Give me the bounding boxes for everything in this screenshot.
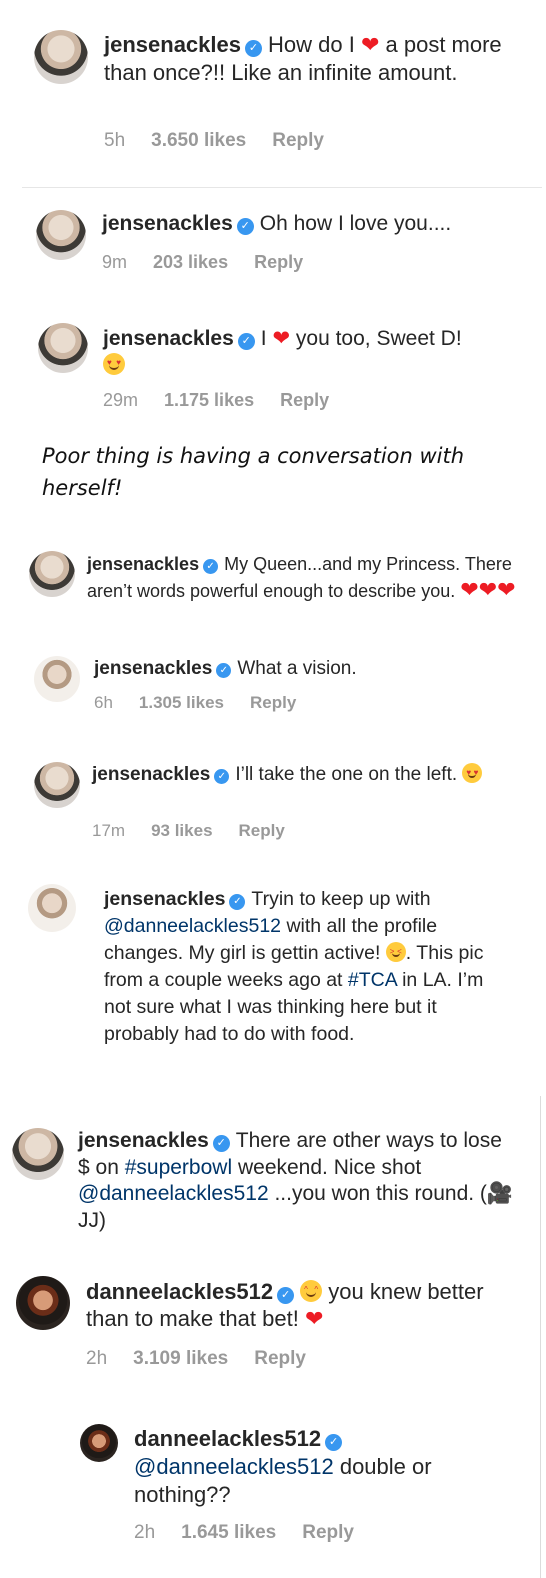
comment-meta: 2h 3.109 likes Reply: [86, 1348, 306, 1369]
comment-text: danneelackles512 ✓ ^ ^ you knew better than…: [86, 1279, 484, 1331]
likes-count[interactable]: 93 likes: [151, 821, 212, 840]
verified-badge-icon: ✓: [229, 894, 246, 910]
username[interactable]: jensenackles: [102, 212, 233, 235]
verified-badge-icon: ✓: [244, 40, 262, 57]
caption-text: Poor thing is having a conversation with…: [42, 444, 465, 500]
username[interactable]: jensenackles: [104, 32, 241, 57]
hashtag-link[interactable]: #superbowl: [125, 1156, 232, 1179]
comment-text: jensenackles ✓ What a vision.: [94, 658, 357, 679]
reply-button[interactable]: Reply: [250, 693, 296, 712]
verified-badge-icon: ✓: [214, 769, 230, 784]
hashtag-link[interactable]: #TCA: [348, 969, 397, 991]
username[interactable]: danneelackles512: [86, 1279, 273, 1304]
avatar[interactable]: [29, 551, 75, 597]
username[interactable]: jensenackles: [94, 658, 212, 679]
likes-count[interactable]: 203 likes: [153, 252, 228, 272]
verified-badge-icon: ✓: [325, 1434, 343, 1451]
rolling-laughing-emoji: ^ ^: [300, 1280, 323, 1302]
comment-meta: 5h 3.650 likes Reply: [104, 130, 324, 151]
avatar[interactable]: [16, 1276, 70, 1330]
red-heart-emoji: ❤: [272, 327, 291, 350]
username[interactable]: jensenackles: [103, 327, 234, 350]
comment-meta: 2h 1.645 likes Reply: [134, 1522, 354, 1543]
likes-count[interactable]: 3.109 likes: [133, 1348, 228, 1369]
mention-link[interactable]: @danneelackles512: [78, 1182, 269, 1205]
reply-button[interactable]: Reply: [254, 252, 303, 272]
comment-meta: 17m 93 likes Reply: [92, 821, 285, 840]
reply-button[interactable]: Reply: [239, 821, 285, 840]
verified-badge-icon: ✓: [236, 218, 254, 235]
comment-meta: 29m 1.175 likes Reply: [103, 390, 330, 410]
avatar[interactable]: [12, 1128, 64, 1180]
verified-badge-icon: ✓: [277, 1287, 295, 1304]
avatar[interactable]: [34, 762, 80, 808]
avatar[interactable]: [36, 210, 86, 260]
comment-text: danneelackles512 ✓ @danneelackles512 doub…: [134, 1426, 432, 1507]
avatar[interactable]: [28, 884, 76, 932]
username[interactable]: jensenackles: [104, 888, 225, 910]
winking-tongue-emoji: > <: [385, 942, 406, 962]
verified-badge-icon: ✓: [237, 333, 255, 350]
avatar[interactable]: [38, 323, 88, 373]
comment-text: jensenackles ✓ I ❤ you too, Sweet D! ♥ ♥: [103, 325, 523, 380]
avatar[interactable]: [80, 1424, 118, 1462]
username[interactable]: danneelackles512: [134, 1426, 321, 1451]
comment-meta: 6h 1.305 likes Reply: [94, 693, 297, 712]
border-line: [540, 1096, 541, 1578]
comment-text: jensenackles ✓ How do I ❤ a post more than…: [104, 32, 502, 85]
comment-text: jensenackles ✓ My Queen...and my Princess.…: [87, 554, 516, 603]
avatar[interactable]: [34, 656, 80, 702]
username[interactable]: jensenackles: [87, 554, 199, 574]
comment-text: jensenackles ✓ Oh how I love you....: [102, 212, 452, 235]
comment-text: jensenackles ✓ There are other ways to los…: [78, 1129, 514, 1232]
divider: [22, 187, 542, 188]
verified-badge-icon: ✓: [203, 559, 219, 574]
username[interactable]: jensenackles: [92, 764, 210, 785]
red-heart-emoji: ❤: [304, 1306, 324, 1331]
avatar[interactable]: [34, 30, 88, 84]
username[interactable]: jensenackles: [78, 1129, 209, 1152]
heart-eyes-emoji: ♥ ♥: [462, 763, 483, 783]
comment-text: jensenackles ✓ I’ll take the one on the le…: [92, 763, 512, 787]
likes-count[interactable]: 1.645 likes: [181, 1522, 276, 1543]
reply-button[interactable]: Reply: [272, 130, 324, 151]
reply-button[interactable]: Reply: [280, 390, 329, 410]
comment-text: jensenackles ✓ Tryin to keep up with @dann…: [104, 888, 484, 1045]
likes-count[interactable]: 1.305 likes: [139, 693, 224, 712]
reply-button[interactable]: Reply: [254, 1348, 306, 1369]
verified-badge-icon: ✓: [212, 1135, 230, 1152]
mention-link[interactable]: @danneelackles512: [104, 915, 281, 937]
red-heart-emoji: ❤: [360, 32, 380, 57]
comment-meta: 9m 203 likes Reply: [102, 252, 304, 272]
mention-link[interactable]: @danneelackles512: [134, 1454, 334, 1479]
verified-badge-icon: ✓: [216, 663, 232, 678]
likes-count[interactable]: 1.175 likes: [164, 390, 254, 410]
heart-eyes-emoji: ♥ ♥: [103, 353, 125, 376]
movie-camera-emoji: 🎥: [486, 1182, 514, 1205]
likes-count[interactable]: 3.650 likes: [151, 130, 246, 151]
red-heart-emoji: ❤❤❤: [460, 577, 516, 603]
reply-button[interactable]: Reply: [302, 1522, 354, 1543]
